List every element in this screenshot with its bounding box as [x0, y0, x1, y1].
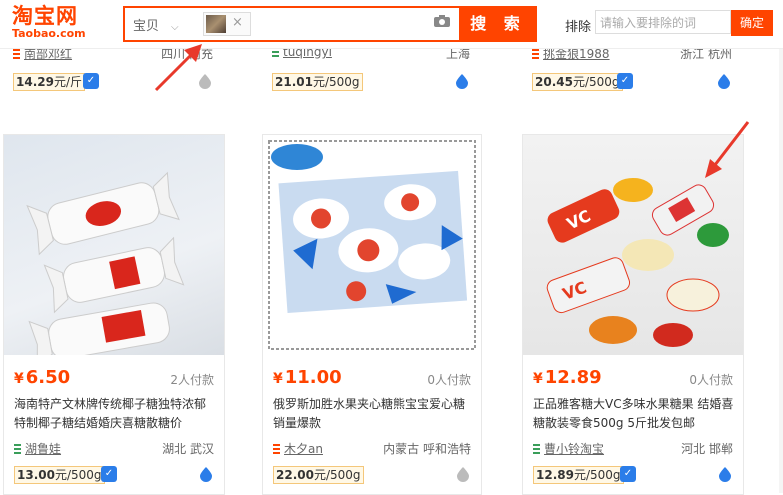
search-header: 淘宝网 Taobao.com 宝贝 ⌵ × 搜 索 排除 请输入要排除的词 确定	[0, 0, 783, 49]
unit-price: 20.45元/500g	[532, 73, 623, 91]
shop-level-icon	[273, 444, 280, 454]
query-image	[206, 15, 226, 33]
wangwang-chat-icon[interactable]	[716, 73, 732, 89]
wangwang-chat-icon[interactable]	[454, 73, 470, 89]
product-title-link[interactable]: 俄罗斯加胜水果夹心糖熊宝宝爱心糖销量爆款	[273, 395, 476, 433]
category-label: 宝贝	[133, 19, 160, 34]
shop-link[interactable]: 南部邓红	[24, 47, 72, 61]
close-icon[interactable]: ×	[232, 15, 243, 30]
verified-badge-icon: ✓	[83, 73, 99, 89]
search-box[interactable]: 宝贝 ⌵ ×	[123, 6, 461, 42]
taobao-logo[interactable]: 淘宝网 Taobao.com	[12, 4, 100, 42]
verified-badge-icon: ✓	[101, 466, 117, 482]
shop-link[interactable]: 湖鲁娃	[25, 442, 61, 456]
search-button[interactable]: 搜 索	[459, 6, 537, 42]
exclude-confirm-button[interactable]: 确定	[731, 10, 773, 36]
wangwang-chat-icon[interactable]	[717, 466, 733, 482]
verified-badge-icon: ✓	[620, 466, 636, 482]
location: 湖北 武汉	[162, 442, 214, 456]
wangwang-chat-icon[interactable]	[455, 466, 471, 482]
product-price: ¥11.00	[273, 367, 342, 388]
next-column-edge	[779, 0, 783, 493]
unit-price: 13.00元/500g	[14, 466, 105, 484]
logo-text-cn: 淘宝网	[12, 4, 78, 28]
logo-text-en: Taobao.com	[12, 27, 86, 40]
verified-badge-icon: ✓	[617, 73, 633, 89]
unit-price: 21.01元/500g	[272, 73, 363, 91]
product-card[interactable]: ¥11.00 0人付款 俄罗斯加胜水果夹心糖熊宝宝爱心糖销量爆款 木夕an 内蒙…	[262, 134, 482, 495]
annotation-arrow-icon	[154, 44, 202, 92]
shop-name[interactable]: 木夕an	[273, 440, 323, 457]
product-title-link[interactable]: 海南特产文林牌传统椰子糖独特浓郁特制椰子糖结婚婚庆喜糖散糖价	[14, 395, 217, 433]
category-select[interactable]: 宝贝 ⌵	[133, 15, 179, 34]
product-card[interactable]: ¥6.50 2人付款 海南特产文林牌传统椰子糖独特浓郁特制椰子糖结婚婚庆喜糖散糖…	[3, 134, 225, 495]
product-card[interactable]: VC VC ¥12.89 0人付款 正品雅客糖大VC多味水果糖果 结婚喜糖散装零…	[522, 134, 744, 495]
shop-level-icon	[533, 444, 540, 454]
shop-link[interactable]: 挑金狼1988	[543, 47, 610, 61]
product-image[interactable]	[4, 135, 224, 355]
product-image[interactable]	[263, 135, 481, 355]
shop-link[interactable]: 曹小铃淘宝	[544, 442, 604, 456]
chevron-down-icon: ⌵	[171, 22, 179, 33]
product-title-link[interactable]: 正品雅客糖大VC多味水果糖果 结婚喜糖散装零食500g 5斤批发包邮	[533, 395, 736, 433]
sales-count: 0人付款	[689, 373, 733, 387]
shop-level-icon	[13, 49, 20, 59]
image-search-thumbnail[interactable]: ×	[203, 12, 251, 36]
product-card-partial[interactable]: 挑金狼1988 浙江 杭州 20.45元/500g ✓	[522, 40, 742, 102]
product-price: ¥12.89	[533, 367, 602, 388]
unit-price: 14.29元/斤	[13, 73, 86, 91]
shop-name[interactable]: 湖鲁娃	[14, 440, 61, 457]
unit-price: 22.00元/500g	[273, 466, 364, 484]
shop-level-icon	[532, 49, 539, 59]
wangwang-chat-icon[interactable]	[198, 466, 214, 482]
shop-link[interactable]: 木夕an	[284, 442, 323, 456]
exclude-input[interactable]: 请输入要排除的词	[595, 10, 731, 34]
shop-name[interactable]: 曹小铃淘宝	[533, 440, 604, 457]
location: 河北 邯郸	[681, 442, 733, 456]
heart-candy-image	[268, 140, 476, 350]
unit-price: 12.89元/500g	[533, 466, 624, 484]
sales-count: 0人付款	[427, 373, 471, 387]
product-price: ¥6.50	[14, 367, 71, 388]
shop-level-icon	[14, 444, 21, 454]
location: 内蒙古 呼和浩特	[383, 442, 471, 456]
product-card-partial[interactable]: tuqingyi 上海 21.01元/500g	[262, 40, 480, 102]
coconut-candy-image	[26, 171, 185, 355]
annotation-arrow-icon	[705, 121, 750, 178]
sales-count: 2人付款	[170, 373, 214, 387]
exclude-label: 排除	[565, 20, 592, 35]
camera-icon[interactable]	[433, 14, 451, 28]
